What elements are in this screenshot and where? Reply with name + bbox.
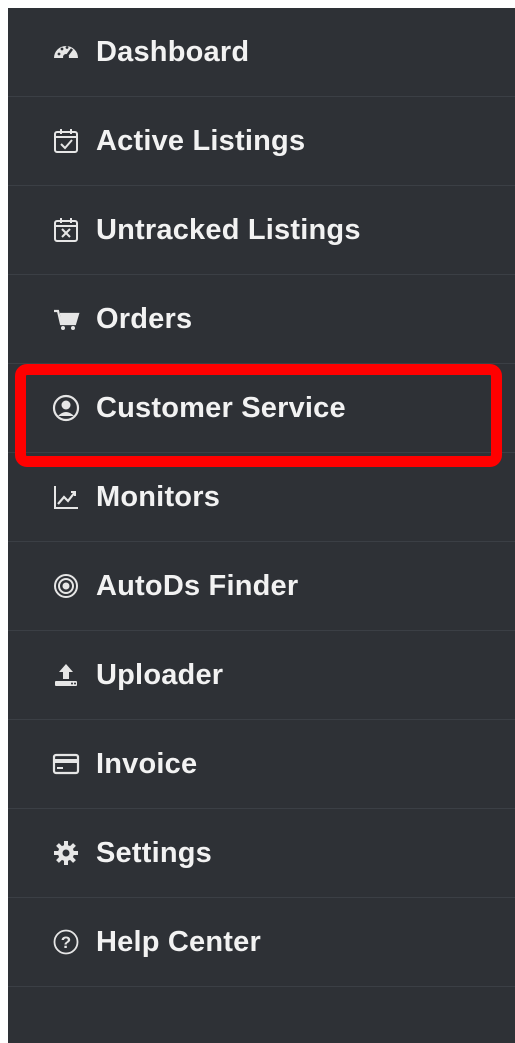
sidebar-item-label: Monitors: [96, 480, 221, 513]
credit-card-icon: [50, 748, 82, 780]
calendar-check-icon: [50, 125, 82, 157]
sidebar-item-label: AutoDs Finder: [96, 569, 299, 602]
sidebar-item-invoice[interactable]: Invoice: [8, 720, 515, 809]
sidebar-item-label: Uploader: [96, 658, 224, 691]
gear-icon: [50, 837, 82, 869]
sidebar-item-active-listings[interactable]: Active Listings: [8, 97, 515, 186]
sidebar-item-label: Customer Service: [96, 391, 346, 424]
calendar-x-icon: [50, 214, 82, 246]
sidebar-item-autods-finder[interactable]: AutoDs Finder: [8, 542, 515, 631]
target-icon: [50, 570, 82, 602]
sidebar-item-help-center[interactable]: ? Help Center: [8, 898, 515, 987]
sidebar-item-label: Untracked Listings: [96, 213, 361, 246]
user-circle-icon: [50, 392, 82, 424]
sidebar-item-label: Orders: [96, 302, 193, 335]
sidebar-item-dashboard[interactable]: Dashboard: [8, 8, 515, 97]
sidebar-item-label: Help Center: [96, 925, 261, 958]
sidebar-item-customer-service[interactable]: Customer Service: [8, 364, 515, 453]
sidebar-item-label: Dashboard: [96, 35, 250, 68]
dashboard-gauge-icon: [50, 36, 82, 68]
line-chart-icon: [50, 481, 82, 513]
shopping-cart-icon: [50, 303, 82, 335]
question-circle-icon: ?: [50, 926, 82, 958]
sidebar-item-uploader[interactable]: Uploader: [8, 631, 515, 720]
sidebar-item-label: Settings: [96, 836, 212, 869]
sidebar-item-settings[interactable]: Settings: [8, 809, 515, 898]
sidebar-item-monitors[interactable]: Monitors: [8, 453, 515, 542]
upload-icon: [50, 659, 82, 691]
svg-text:?: ?: [61, 933, 71, 952]
sidebar-item-untracked-listings[interactable]: Untracked Listings: [8, 186, 515, 275]
sidebar-item-label: Invoice: [96, 747, 198, 780]
sidebar-item-label: Active Listings: [96, 124, 306, 157]
sidebar-nav: Dashboard Active Listings Untracked List…: [8, 8, 515, 1043]
sidebar-item-orders[interactable]: Orders: [8, 275, 515, 364]
